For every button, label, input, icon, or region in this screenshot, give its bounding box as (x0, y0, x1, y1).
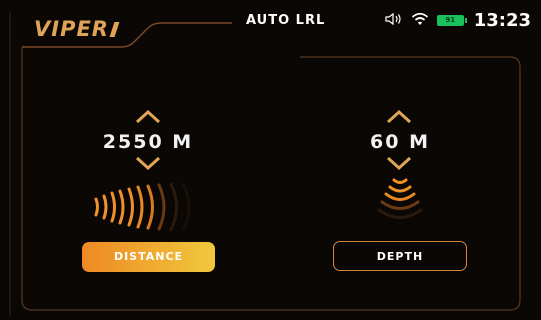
frame-border (9, 12, 521, 316)
depth-increase-chevron-up-icon[interactable] (386, 110, 412, 124)
depth-button[interactable]: DEPTH (333, 241, 467, 271)
battery-level: 91 (445, 15, 456, 24)
status-bar: 91 13:23 (385, 8, 531, 32)
mode-title: AUTO LRL (246, 13, 326, 28)
wifi-icon[interactable] (411, 11, 429, 30)
depth-decrease-chevron-down-icon[interactable] (386, 156, 412, 170)
logo-text: VIPER (34, 17, 109, 41)
distance-value: 2550 M (102, 131, 194, 153)
distance-button[interactable]: DISTANCE (82, 242, 215, 272)
viper-logo: VIPER (34, 17, 120, 41)
distance-increase-chevron-up-icon[interactable] (135, 110, 161, 124)
speaker-icon[interactable] (385, 11, 403, 30)
depth-signal-waves-icon (377, 178, 423, 219)
distance-signal-waves-icon (94, 183, 191, 231)
battery-icon: 91 (436, 14, 467, 26)
device-screen: VIPER AUTO LRL 91 13:23 2550 M DISTANCE … (0, 0, 541, 320)
depth-value: 60 M (370, 131, 430, 153)
distance-decrease-chevron-down-icon[interactable] (135, 156, 161, 170)
clock: 13:23 (473, 9, 531, 31)
